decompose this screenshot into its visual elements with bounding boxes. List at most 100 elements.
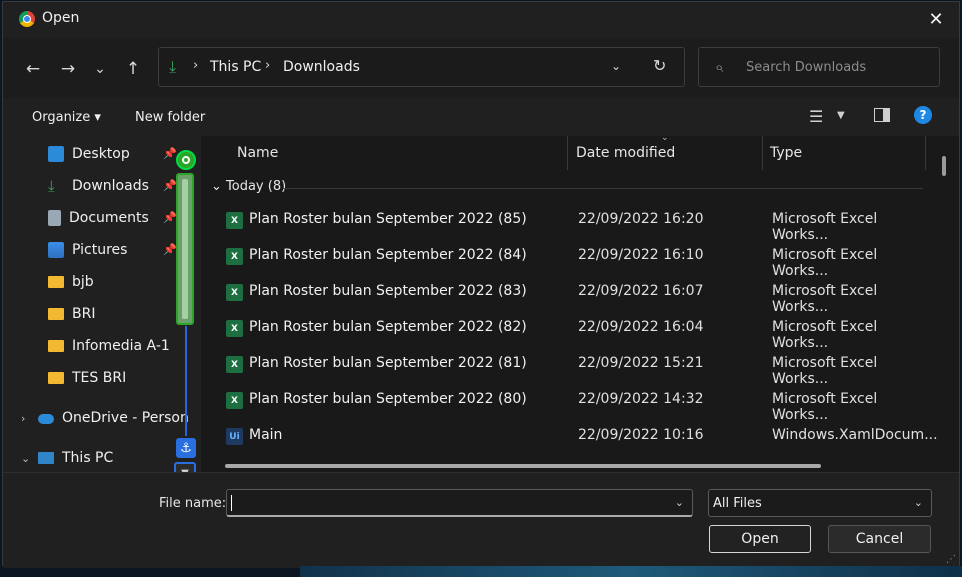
recent-locations-chevron-icon[interactable]: ⌄ — [88, 58, 112, 80]
breadcrumb-downloads[interactable]: Downloads — [283, 59, 360, 75]
xaml-icon: Ui — [226, 428, 243, 445]
download-icon: ⤓ — [169, 57, 177, 76]
file-date: 22/09/2022 16:10 — [578, 247, 704, 263]
file-name-input[interactable]: ⌄ — [226, 489, 693, 517]
search-icon: ⌕ — [715, 58, 724, 76]
scrollbar-thumb[interactable] — [176, 173, 194, 325]
text-caret — [231, 495, 232, 511]
sidebar-item-this-pc[interactable]: This PC — [38, 446, 113, 470]
refresh-icon[interactable]: ↻ — [653, 56, 666, 75]
sidebar-item-label: bjb — [72, 274, 94, 290]
group-divider — [283, 188, 923, 189]
view-dropdown-icon[interactable]: ▼ — [837, 110, 845, 121]
navigation-bar: ← → ⌄ ↑ ⤓ › This PC › Downloads ⌄ ↻ ⌕ Se… — [3, 38, 959, 98]
forward-arrow-icon[interactable]: → — [56, 58, 80, 80]
sidebar-item-downloads[interactable]: ⤓ Downloads — [48, 174, 149, 198]
resize-grip-icon[interactable]: ⋰ — [946, 554, 956, 565]
close-button[interactable]: ✕ — [913, 2, 959, 36]
computer-icon — [38, 452, 54, 464]
sidebar-item-label: This PC — [62, 450, 114, 466]
help-icon[interactable]: ? — [914, 106, 932, 124]
target-icon — [176, 150, 196, 170]
sidebar-item-label: Documents — [69, 210, 149, 226]
folder-icon — [48, 276, 64, 288]
address-bar[interactable]: ⤓ › This PC › Downloads ⌄ ↻ — [158, 47, 685, 87]
file-row[interactable]: X Plan Roster bulan September 2022 (85) … — [201, 202, 921, 243]
vertical-scrollbar[interactable] — [942, 156, 946, 176]
folder-icon — [48, 308, 64, 320]
file-date: 22/09/2022 16:04 — [578, 319, 704, 335]
file-name: Plan Roster bulan September 2022 (80) — [249, 391, 527, 407]
sidebar-item-bjb[interactable]: bjb — [48, 270, 94, 294]
excel-icon: X — [226, 320, 243, 337]
file-name: Plan Roster bulan September 2022 (85) — [249, 211, 527, 227]
sidebar-item-desktop[interactable]: Desktop — [48, 142, 130, 166]
horizontal-scrollbar[interactable] — [225, 464, 821, 468]
desktop-icon — [48, 146, 64, 162]
column-header-type[interactable]: Type — [770, 145, 802, 161]
column-header-date-modified[interactable]: Date modified — [576, 145, 675, 161]
column-header-name[interactable]: Name — [237, 145, 278, 161]
file-date: 22/09/2022 14:32 — [578, 391, 704, 407]
file-row[interactable]: X Plan Roster bulan September 2022 (83) … — [201, 274, 921, 315]
open-file-dialog: Open ✕ ← → ⌄ ↑ ⤓ › This PC › Downloads ⌄… — [2, 1, 960, 568]
file-date: 22/09/2022 16:20 — [578, 211, 704, 227]
sidebar-item-onedrive[interactable]: OneDrive - Person — [38, 406, 189, 430]
breadcrumb-separator-icon[interactable]: › — [193, 58, 198, 73]
sidebar-item-infomedia[interactable]: Infomedia A-1 — [48, 334, 170, 358]
address-dropdown-icon[interactable]: ⌄ — [611, 59, 621, 73]
navigation-pane: Desktop 📌 ⤓ Downloads 📌 Documents 📌 Pict… — [3, 136, 201, 484]
new-folder-button[interactable]: New folder — [135, 110, 205, 125]
excel-icon: X — [226, 392, 243, 409]
file-row[interactable]: X Plan Roster bulan September 2022 (80) … — [201, 382, 921, 423]
column-divider[interactable] — [762, 136, 763, 170]
search-input[interactable]: Search Downloads — [746, 60, 866, 75]
sidebar-item-documents[interactable]: Documents — [48, 206, 149, 230]
file-type: Windows.XamlDocum... — [772, 427, 938, 443]
file-date: 22/09/2022 10:16 — [578, 427, 704, 443]
folder-icon — [48, 372, 64, 384]
column-divider[interactable] — [925, 136, 926, 170]
file-row[interactable]: X Plan Roster bulan September 2022 (84) … — [201, 238, 921, 279]
up-arrow-icon[interactable]: ↑ — [121, 58, 145, 80]
chevron-down-icon[interactable]: ⌄ — [914, 496, 923, 509]
anchor-icon: ⚓ — [176, 438, 196, 458]
chevron-down-icon[interactable]: ⌄ — [21, 452, 30, 465]
chevron-right-icon[interactable]: › — [21, 412, 25, 425]
scroll-track-marker — [185, 326, 187, 436]
organize-button[interactable]: Organize ▾ — [32, 110, 101, 125]
sidebar-item-pictures[interactable]: Pictures — [48, 238, 127, 262]
file-name: Plan Roster bulan September 2022 (81) — [249, 355, 527, 371]
breadcrumb-separator-icon[interactable]: › — [265, 58, 270, 73]
sidebar-item-label: TES BRI — [72, 370, 127, 386]
chevron-down-icon[interactable]: ⌄ — [675, 496, 684, 509]
sidebar-item-label: Infomedia A-1 — [72, 338, 170, 354]
sidebar-item-bri[interactable]: BRI — [48, 302, 95, 326]
chrome-icon — [19, 11, 35, 27]
open-button[interactable]: Open — [709, 525, 811, 553]
group-header-today[interactable]: ⌄ Today (8) — [211, 179, 286, 194]
file-row[interactable]: Ui Main 22/09/2022 10:16 Windows.XamlDoc… — [201, 418, 938, 454]
sidebar-item-label: Downloads — [72, 178, 149, 194]
excel-icon: X — [226, 212, 243, 229]
preview-pane-icon[interactable] — [874, 108, 890, 122]
file-date: 22/09/2022 15:21 — [578, 355, 704, 371]
view-list-icon[interactable]: ☰ — [809, 107, 823, 126]
file-row[interactable]: X Plan Roster bulan September 2022 (81) … — [201, 346, 921, 387]
desktop-background — [300, 566, 962, 577]
file-type-select[interactable]: All Files ⌄ — [708, 489, 932, 517]
file-name-label: File name: — [159, 496, 227, 511]
sidebar-scrollbar[interactable]: ⚓ ▼ — [173, 146, 199, 484]
search-box[interactable]: ⌕ Search Downloads — [698, 47, 940, 87]
excel-icon: X — [226, 248, 243, 265]
command-bar: Organize ▾ New folder ☰ ▼ ? — [3, 98, 959, 136]
cancel-button[interactable]: Cancel — [828, 525, 931, 553]
file-name: Main — [249, 427, 283, 443]
back-arrow-icon[interactable]: ← — [21, 58, 45, 80]
column-divider[interactable] — [567, 136, 568, 170]
file-name: Plan Roster bulan September 2022 (83) — [249, 283, 527, 299]
sidebar-item-tes-bri[interactable]: TES BRI — [48, 366, 126, 390]
documents-icon — [48, 210, 61, 226]
file-row[interactable]: X Plan Roster bulan September 2022 (82) … — [201, 310, 921, 351]
breadcrumb-this-pc[interactable]: This PC — [210, 59, 261, 75]
